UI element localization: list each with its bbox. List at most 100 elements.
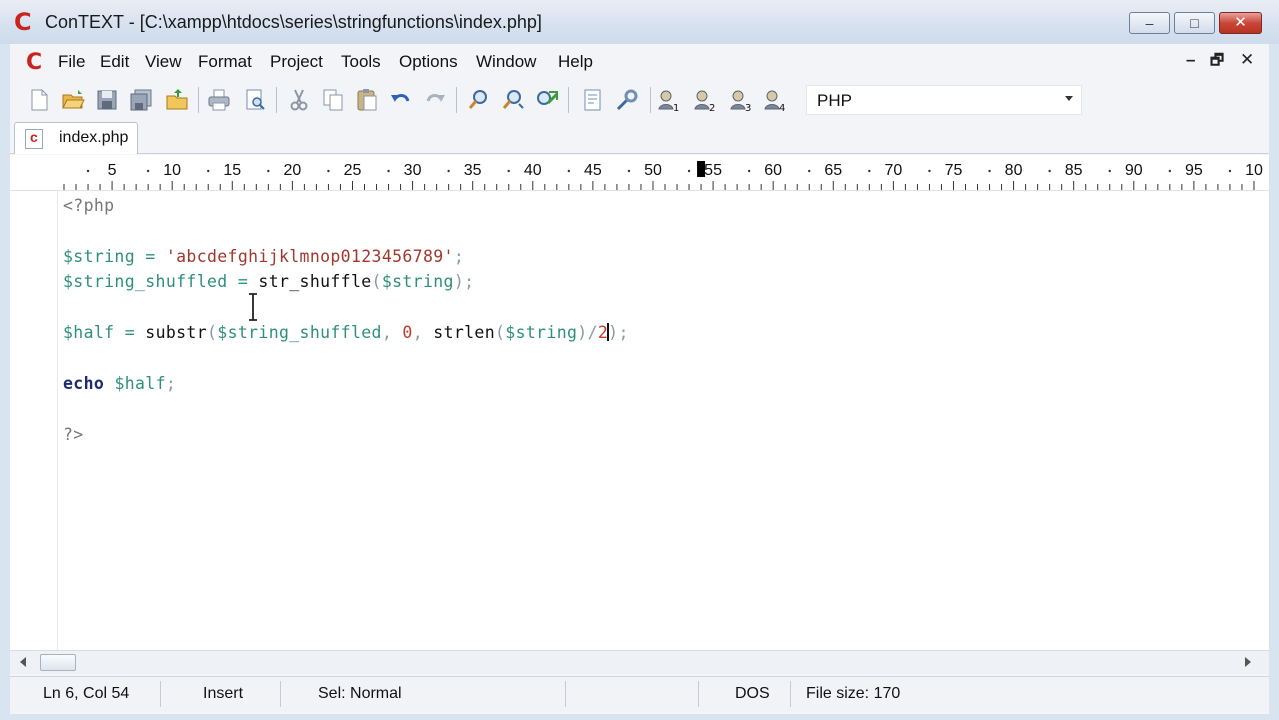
maximize-icon: □ xyxy=(1190,15,1199,31)
menu-project[interactable]: Project xyxy=(270,52,323,72)
code-token: $string xyxy=(505,323,578,342)
undo-icon[interactable] xyxy=(388,87,414,113)
menu-format[interactable]: Format xyxy=(198,52,252,72)
code-token: ( xyxy=(371,272,382,291)
export-icon[interactable] xyxy=(580,87,606,113)
ruler-dot xyxy=(86,169,90,173)
code-token: = xyxy=(114,323,146,342)
mdi-close-button[interactable]: ✕ xyxy=(1240,50,1254,70)
minimize-icon: – xyxy=(1145,15,1154,31)
status-bar: Ln 6, Col 54 Insert Sel: Normal DOS File… xyxy=(10,676,1269,712)
scroll-thumb[interactable] xyxy=(40,654,76,671)
ruler-label: 70 xyxy=(884,162,902,179)
paste-icon[interactable] xyxy=(354,87,380,113)
code-token: $half xyxy=(63,323,115,342)
mdi-restore-button[interactable]: 🗗 xyxy=(1210,50,1224,75)
status-file-size: File size: 170 xyxy=(806,685,901,702)
php-close-tag: ?> xyxy=(63,425,84,444)
print-preview-icon[interactable] xyxy=(242,87,268,113)
cut-icon[interactable] xyxy=(286,87,312,113)
ruler-label: 15 xyxy=(223,162,241,179)
horizontal-scrollbar[interactable] xyxy=(10,650,1269,674)
new-file-icon[interactable] xyxy=(26,87,52,113)
ruler-dot xyxy=(567,169,571,173)
close-icon: ✕ xyxy=(1234,14,1247,31)
user-command-1-icon[interactable]: 1 xyxy=(656,87,682,114)
ruler-label: 90 xyxy=(1125,162,1143,179)
code-token: substr xyxy=(145,323,207,342)
replace-icon[interactable] xyxy=(534,87,560,113)
menu-tools[interactable]: Tools xyxy=(341,52,381,72)
minimize-button[interactable]: – xyxy=(1129,12,1170,34)
user-command-3-icon[interactable]: 3 xyxy=(728,87,754,114)
toolbar-separator xyxy=(456,87,457,113)
scroll-right-icon[interactable] xyxy=(1245,657,1251,667)
document-logo-icon[interactable]: C xyxy=(26,50,42,75)
redo-icon[interactable] xyxy=(422,87,448,113)
status-separator xyxy=(160,681,161,707)
code-token: ; xyxy=(165,374,177,393)
ruler-label: 65 xyxy=(824,162,842,179)
code-line-8: echo $half; xyxy=(63,374,176,393)
code-token: / xyxy=(587,323,598,342)
save-all-icon[interactable] xyxy=(128,87,154,113)
code-token: $string xyxy=(63,247,135,266)
ruler-label: 80 xyxy=(1005,162,1023,179)
code-line-3: $string = 'abcdefghijklmnop0123456789'; xyxy=(63,247,464,266)
mouse-ibeam-cursor-icon xyxy=(249,293,257,321)
menu-help[interactable]: Help xyxy=(558,52,593,72)
code-token: $string_shuffled xyxy=(63,272,228,291)
code-editor[interactable]: <?php $string = 'abcdefghijklmnop0123456… xyxy=(10,191,1269,650)
code-token: = xyxy=(227,272,259,291)
open-project-icon[interactable] xyxy=(164,87,190,113)
mdi-minimize-button[interactable]: – xyxy=(1186,50,1195,70)
menu-window[interactable]: Window xyxy=(476,52,536,72)
ruler-dot xyxy=(627,169,631,173)
menu-view[interactable]: View xyxy=(145,52,182,72)
ruler-cursor-marker xyxy=(697,161,706,177)
ruler-label: 75 xyxy=(945,162,963,179)
php-file-icon xyxy=(25,129,43,149)
code-token: ( xyxy=(206,323,218,342)
tab-index-php[interactable]: index.php xyxy=(14,122,138,154)
ruler-label: 35 xyxy=(464,162,482,179)
svg-text:3: 3 xyxy=(745,103,751,113)
status-line-endings: DOS xyxy=(735,685,770,702)
code-token: ) xyxy=(453,272,465,291)
find-next-icon[interactable] xyxy=(500,87,526,113)
copy-icon[interactable] xyxy=(320,87,346,113)
open-folder-icon[interactable] xyxy=(60,87,86,113)
ruler-dot xyxy=(447,169,450,173)
code-token: ( xyxy=(494,323,506,342)
code-token: $half xyxy=(114,374,166,393)
user-command-2-icon[interactable]: 2 xyxy=(692,87,718,114)
menu-file[interactable]: File xyxy=(58,52,85,72)
code-token: ; xyxy=(464,272,475,291)
code-token: strlen xyxy=(433,323,495,342)
language-select-value: PHP xyxy=(817,91,852,110)
status-separator xyxy=(790,681,791,707)
save-icon[interactable] xyxy=(94,87,120,113)
ruler-dot xyxy=(507,169,510,173)
code-token: str_shuffle xyxy=(258,272,372,291)
app-logo-icon: C xyxy=(14,8,32,36)
code-line-1: <?php xyxy=(63,196,114,215)
php-open-tag: <?php xyxy=(63,196,115,215)
menu-edit[interactable]: Edit xyxy=(100,52,129,72)
toolbar: 1 2 3 4 PHP xyxy=(10,80,1269,120)
tools-icon[interactable] xyxy=(614,87,640,113)
find-icon[interactable] xyxy=(466,87,492,113)
ruler-ticks: 5 10 15 20 25 30 35 40 45 50 55 60 65 70 75 80 85 90 95 10 xyxy=(63,161,1263,190)
status-position: Ln 6, Col 54 xyxy=(43,685,130,702)
maximize-button[interactable]: □ xyxy=(1174,12,1215,34)
ruler-dot xyxy=(207,169,210,173)
status-separator xyxy=(280,681,281,707)
menu-options[interactable]: Options xyxy=(399,52,458,72)
language-select[interactable]: PHP xyxy=(806,85,1082,115)
user-command-4-icon[interactable]: 4 xyxy=(762,87,788,114)
tab-bar: index.php xyxy=(10,120,1269,154)
close-button[interactable]: ✕ xyxy=(1219,12,1262,34)
scroll-left-icon[interactable] xyxy=(20,657,26,667)
print-icon[interactable] xyxy=(206,87,232,113)
